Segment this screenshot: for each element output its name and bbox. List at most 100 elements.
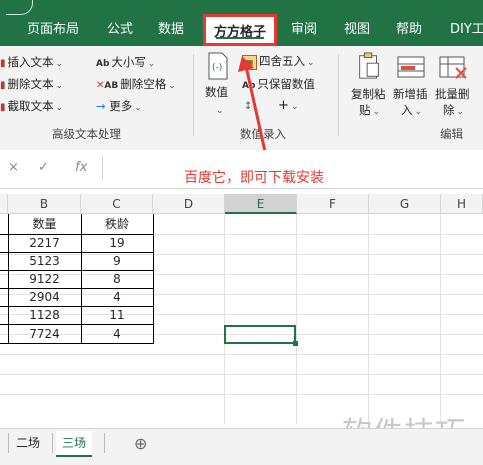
extract-text-button[interactable]: ▮ 截取文本 ⌄ bbox=[0, 98, 63, 114]
chevron-down-icon: ⌄ bbox=[372, 107, 381, 117]
extract-text-icon: ▮ bbox=[0, 102, 6, 113]
insert-rows-icon bbox=[397, 56, 425, 78]
batch-delete-label-2: 除 bbox=[443, 103, 455, 117]
confirm-icon[interactable]: ✓ bbox=[38, 160, 49, 175]
insert-text-button[interactable]: ▮ 插入文本 ⌄ bbox=[0, 54, 63, 70]
table-cell[interactable]: 11 bbox=[81, 305, 153, 325]
copy-paste-button[interactable]: 复制粘 贴 ⌄ bbox=[351, 86, 386, 118]
add-sheet-icon[interactable]: ⊕ bbox=[134, 434, 147, 453]
batch-delete-icon bbox=[439, 56, 467, 79]
chevron-down-icon: ⌄ bbox=[134, 103, 142, 113]
table-cell[interactable]: 4 bbox=[81, 287, 153, 307]
value-button[interactable]: 数值 bbox=[205, 84, 228, 100]
group-separator bbox=[338, 54, 339, 136]
table-cell[interactable]: 2217 bbox=[8, 233, 81, 253]
table-cell[interactable]: 9122 bbox=[8, 269, 81, 289]
column-header-c[interactable]: C bbox=[81, 194, 153, 214]
cancel-icon[interactable]: × bbox=[8, 160, 19, 175]
delete-text-button[interactable]: ▮ 删除文本 ⌄ bbox=[0, 76, 63, 92]
copy-paste-label-2: 贴 bbox=[359, 103, 371, 117]
chevron-down-icon: ⌄ bbox=[414, 107, 423, 117]
gridline bbox=[368, 214, 369, 424]
chevron-down-icon: ⌄ bbox=[147, 59, 156, 69]
table-cell[interactable]: 4 bbox=[81, 324, 153, 344]
spaces-icon: AB bbox=[104, 81, 119, 91]
column-header-g[interactable]: G bbox=[369, 194, 441, 214]
active-cell[interactable] bbox=[224, 325, 296, 344]
sheet-tab-bar: 二场 三场 ⊕ bbox=[0, 428, 483, 465]
divider bbox=[104, 433, 105, 453]
chevron-down-icon: ⌄ bbox=[55, 103, 64, 113]
divider bbox=[52, 433, 53, 453]
arrow-right-icon: → bbox=[96, 99, 106, 113]
batch-delete-label-1: 批量删 bbox=[435, 87, 470, 101]
clipboard-icon bbox=[359, 52, 379, 79]
chevron-down-icon: ⌄ bbox=[168, 81, 176, 91]
svg-text:(-): (-) bbox=[212, 63, 222, 73]
table-cell[interactable]: 7724 bbox=[8, 324, 81, 344]
gridline bbox=[0, 394, 483, 395]
tab-page-layout[interactable]: 页面布局 bbox=[27, 16, 79, 44]
chevron-down-icon: ⌄ bbox=[216, 106, 224, 116]
function-icon[interactable]: fx bbox=[75, 160, 87, 175]
tab-view[interactable]: 视图 bbox=[344, 16, 370, 44]
column-header-h[interactable]: H bbox=[441, 194, 483, 214]
gridline bbox=[296, 214, 297, 424]
group-label-edit: 编辑 bbox=[440, 127, 463, 141]
gridline bbox=[440, 214, 441, 424]
fill-handle[interactable] bbox=[293, 341, 298, 346]
delete-text-label: 删除文本 bbox=[7, 77, 54, 91]
value-icon: (-) bbox=[208, 52, 228, 80]
column-header-e[interactable]: E bbox=[225, 194, 297, 214]
table-header-quantity[interactable]: 数量 bbox=[8, 214, 81, 234]
column-header-f[interactable]: F bbox=[297, 194, 369, 214]
tab-formulas[interactable]: 公式 bbox=[107, 16, 133, 44]
copy-paste-label-1: 复制粘 bbox=[351, 87, 386, 101]
tab-fangfang-gezi[interactable]: 方方格子 bbox=[203, 14, 278, 46]
column-header-b[interactable]: B bbox=[8, 194, 81, 214]
spreadsheet-grid[interactable]: B C D E F G H 数量 秩龄 2217 19 5123 9 9122 … bbox=[0, 194, 483, 424]
gridline bbox=[0, 354, 483, 355]
new-insert-button[interactable]: 新增插 入 ⌄ bbox=[393, 86, 428, 118]
batch-delete-label-2-row: 除 ⌄ bbox=[435, 102, 470, 118]
more-button[interactable]: → 更多 ⌄ bbox=[96, 98, 142, 114]
copy-paste-label-2-row: 贴 ⌄ bbox=[351, 102, 386, 118]
table-cell[interactable]: 1128 bbox=[8, 305, 81, 325]
case-button[interactable]: Ab 大小写 ⌄ bbox=[96, 54, 155, 70]
divider bbox=[8, 433, 9, 453]
delete-spaces-button[interactable]: ✕AB 删除空格 ⌄ bbox=[96, 76, 176, 92]
chevron-down-icon: ⌄ bbox=[290, 102, 299, 112]
value-dropdown[interactable]: ⌄ bbox=[214, 102, 224, 116]
sheet-tab-sanchang[interactable]: 三场 bbox=[56, 431, 93, 457]
ribbon-tab-bar: 页面布局 公式 数据 方方格子 审阅 视图 帮助 DIY工 bbox=[0, 0, 483, 46]
column-header-d[interactable]: D bbox=[153, 194, 225, 214]
table-cell[interactable]: 19 bbox=[81, 233, 153, 253]
insert-text-icon: ▮ bbox=[0, 58, 6, 69]
table-header-age[interactable]: 秩龄 bbox=[81, 214, 153, 234]
new-insert-label-1: 新增插 bbox=[393, 87, 428, 101]
decorative-arc bbox=[6, 0, 33, 15]
tab-data[interactable]: 数据 bbox=[158, 16, 184, 44]
gridline bbox=[0, 374, 483, 375]
delete-spaces-label: 删除空格 bbox=[120, 77, 167, 91]
delete-text-icon: ▮ bbox=[0, 80, 6, 91]
tab-help[interactable]: 帮助 bbox=[396, 16, 422, 44]
more-label: 更多 bbox=[109, 99, 133, 113]
new-insert-label-2-row: 入 ⌄ bbox=[393, 102, 428, 118]
gridline bbox=[224, 214, 225, 424]
table-cell[interactable]: 5123 bbox=[8, 251, 81, 271]
table-cell[interactable]: 9 bbox=[81, 251, 153, 271]
tab-review[interactable]: 审阅 bbox=[291, 16, 317, 44]
column-header-a[interactable] bbox=[0, 194, 8, 214]
table-cell[interactable]: 8 bbox=[81, 269, 153, 289]
table-cell[interactable]: 2904 bbox=[8, 287, 81, 307]
tab-diy[interactable]: DIY工 bbox=[450, 16, 483, 44]
chevron-down-icon: ⌄ bbox=[55, 59, 64, 69]
batch-delete-button[interactable]: 批量删 除 ⌄ bbox=[435, 86, 470, 118]
extract-text-label: 截取文本 bbox=[7, 99, 54, 113]
insert-text-label: 插入文本 bbox=[7, 55, 54, 69]
annotation-text: 百度它，即可下载安装 bbox=[184, 170, 324, 186]
value-label: 数值 bbox=[205, 85, 228, 99]
sheet-tab-erchang[interactable]: 二场 bbox=[10, 431, 46, 455]
case-label: 大小写 bbox=[111, 55, 146, 69]
